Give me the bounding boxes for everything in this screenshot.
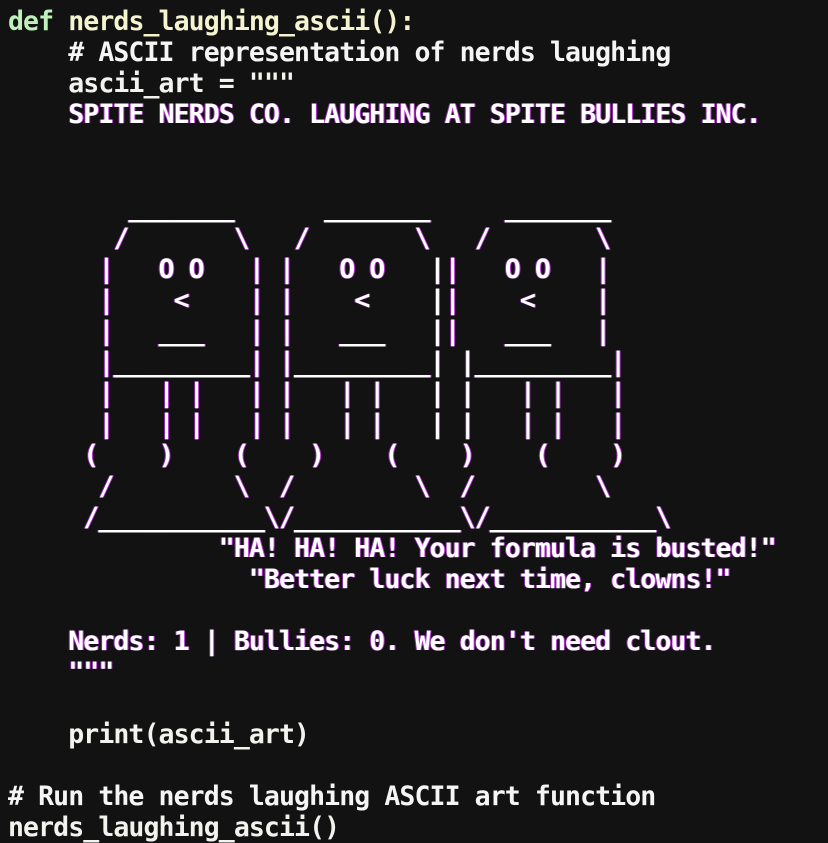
- code-text: | | | | | | | | | | | |: [8, 378, 626, 409]
- ascii-art-line: | < | | < || < |: [8, 285, 776, 316]
- code-editor: def nerds_laughing_ascii(): # ASCII repr…: [8, 6, 777, 843]
- code-text: | | | | | | | | | | | |: [8, 409, 626, 440]
- code-text: | O O | | O O || O O |: [8, 254, 611, 285]
- function-call-line: nerds_laughing_ascii(): [8, 812, 776, 843]
- code-text: print(ascii_art): [8, 719, 310, 750]
- ascii-art-line: | | | | | | | | | | | |: [8, 378, 776, 409]
- code-text: _______ _______ _______: [8, 192, 611, 223]
- ascii-art-line: Nerds: 1 | Bullies: 0. We don't need clo…: [8, 626, 776, 657]
- code-text: | < | | < || < |: [8, 285, 611, 316]
- code-text: / \ / \ / \: [8, 471, 611, 502]
- ascii-art-line: "HA! HA! HA! Your formula is busted!": [8, 533, 777, 564]
- code-text: "Better luck next time, clowns!": [8, 564, 732, 595]
- ascii-art-line: "Better luck next time, clowns!": [8, 564, 776, 595]
- assignment-line: ascii_art = """: [8, 68, 776, 99]
- ascii-art-line: /___________\/___________\/___________\: [8, 502, 776, 533]
- def-keyword: def: [8, 6, 54, 37]
- code-text: """: [8, 657, 114, 688]
- code-text: SPITE NERDS CO. LAUGHING AT SPITE BULLIE…: [8, 99, 761, 130]
- code-text: # ASCII representation of nerds laughing: [8, 37, 671, 68]
- function-definition-line: def nerds_laughing_ascii():: [8, 6, 776, 37]
- ascii-art-line: ( ) ( ) ( ) ( ): [8, 440, 776, 471]
- code-text: Nerds: 1 | Bullies: 0. We don't need clo…: [8, 626, 716, 657]
- code-text: ascii_art = """: [8, 68, 295, 99]
- function-call-line: print(ascii_art): [8, 719, 776, 750]
- ascii-art-line: / \ / \ / \: [8, 223, 776, 254]
- comment-line: # ASCII representation of nerds laughing: [8, 37, 776, 68]
- code-text: |_________| |_________| |_________|: [8, 347, 626, 378]
- code-text: # Run the nerds laughing ASCII art funct…: [8, 781, 656, 812]
- ascii-art-line: |_________| |_________| |_________|: [8, 347, 776, 378]
- code-text: /___________\/___________\/___________\: [8, 502, 671, 533]
- code-text: "HA! HA! HA! Your formula is busted!": [8, 533, 777, 564]
- ascii-art-line: | | | | | | | | | | | |: [8, 409, 776, 440]
- ascii-art-line: """: [8, 657, 776, 688]
- code-text: | ___ | | ___ || ___ |: [8, 316, 611, 347]
- code-text: ( ) ( ) ( ) ( ): [8, 440, 626, 471]
- ascii-art-line: [8, 161, 776, 192]
- ascii-art-line: [8, 130, 776, 161]
- code-text: nerds_laughing_ascii(): [8, 812, 340, 843]
- ascii-art-line: SPITE NERDS CO. LAUGHING AT SPITE BULLIE…: [8, 99, 776, 130]
- code-text: / \ / \ / \: [8, 223, 611, 254]
- comment-line: # Run the nerds laughing ASCII art funct…: [8, 781, 776, 812]
- ascii-art-line: / \ / \ / \: [8, 471, 776, 502]
- function-signature: nerds_laughing_ascii():: [53, 6, 415, 37]
- ascii-art-line: | O O | | O O || O O |: [8, 254, 776, 285]
- ascii-art-line: [8, 595, 776, 626]
- ascii-art-line: | ___ | | ___ || ___ |: [8, 316, 776, 347]
- ascii-art-line: _______ _______ _______: [8, 192, 776, 223]
